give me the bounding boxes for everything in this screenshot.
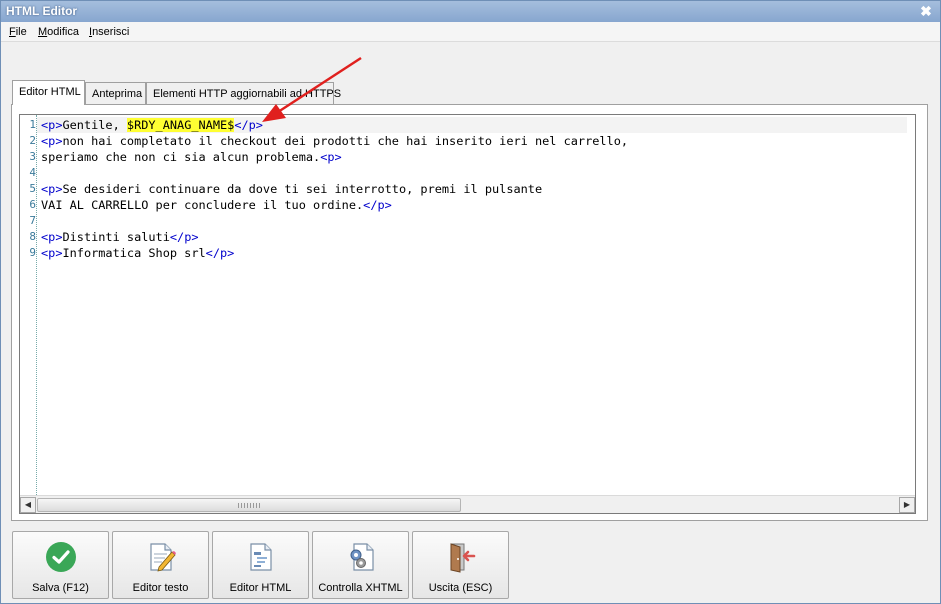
text-editor-button[interactable]: Editor testo bbox=[112, 531, 209, 599]
html-tag: </p> bbox=[169, 230, 199, 244]
code-line-2: <p>non hai completato il checkout dei pr… bbox=[41, 133, 628, 149]
line-number: 4 bbox=[29, 166, 36, 179]
html-editor-button[interactable]: Editor HTML bbox=[212, 531, 309, 599]
window-title: HTML Editor bbox=[6, 4, 78, 18]
tab-panel: 1 2 3 4 5 6 7 8 9 <p>Gentile, $RDY_ANAG_… bbox=[11, 104, 928, 521]
html-tag: </p> bbox=[205, 246, 235, 260]
html-document-icon bbox=[250, 543, 272, 571]
line-number: 2 bbox=[29, 134, 36, 147]
title-bar: HTML Editor ✖ bbox=[1, 1, 940, 22]
check-circle-icon bbox=[46, 542, 76, 572]
check-xhtml-button[interactable]: Controlla XHTML bbox=[312, 531, 409, 599]
line-number-gutter: 1 2 3 4 5 6 7 8 9 bbox=[20, 115, 37, 495]
line-number: 8 bbox=[29, 230, 36, 243]
menu-inserisci-label: nserisci bbox=[92, 26, 130, 38]
scroll-right-icon[interactable]: ▶ bbox=[899, 497, 915, 513]
html-tag: <p> bbox=[41, 118, 63, 132]
exit-button-label: Uscita (ESC) bbox=[428, 582, 493, 594]
code-text: Informatica Shop srl bbox=[62, 246, 206, 260]
tab-editor-html[interactable]: Editor HTML bbox=[12, 80, 85, 105]
tab-anteprima[interactable]: Anteprima bbox=[85, 82, 146, 104]
code-line-3: speriamo che non ci sia alcun problema.<… bbox=[41, 149, 342, 165]
line-number: 9 bbox=[29, 246, 36, 259]
save-button[interactable]: Salva (F12) bbox=[12, 531, 109, 599]
code-text: Se desideri continuare da dove ti sei in… bbox=[62, 182, 543, 196]
html-tag: <p> bbox=[41, 134, 63, 148]
code-text: Gentile, bbox=[62, 118, 127, 132]
grip-icon bbox=[238, 503, 262, 508]
exit-door-icon bbox=[450, 543, 476, 573]
check-xhtml-button-label: Controlla XHTML bbox=[318, 582, 403, 594]
template-variable: $RDY_ANAG_NAME$ bbox=[126, 118, 235, 132]
exit-button[interactable]: Uscita (ESC) bbox=[412, 531, 509, 599]
html-editor-button-label: Editor HTML bbox=[229, 582, 292, 594]
menu-file-label: ile bbox=[15, 26, 27, 38]
code-text: Distinti saluti bbox=[62, 230, 170, 244]
html-tag: <p> bbox=[41, 246, 63, 260]
code-line-1: <p>Gentile, $RDY_ANAG_NAME$</p> bbox=[37, 117, 907, 133]
edit-document-icon bbox=[150, 543, 176, 572]
code-line-6: VAI AL CARRELLO per concludere il tuo or… bbox=[41, 197, 392, 213]
scroll-left-icon[interactable]: ◀ bbox=[20, 497, 36, 513]
html-tag: <p> bbox=[41, 182, 63, 196]
gear-document-icon bbox=[350, 543, 374, 571]
code-line-9: <p>Informatica Shop srl</p> bbox=[41, 245, 234, 261]
menu-modifica-label: odifica bbox=[47, 26, 79, 38]
menu-modifica-accel: M bbox=[38, 26, 48, 38]
html-tag: </p> bbox=[363, 198, 392, 212]
menu-inserisci[interactable]: Inserisci bbox=[89, 26, 129, 38]
line-number: 7 bbox=[29, 214, 36, 227]
code-text: speriamo che non ci sia alcun problema. bbox=[41, 150, 321, 164]
html-tag: <p> bbox=[320, 150, 342, 164]
horizontal-scrollbar[interactable]: ◀ ▶ bbox=[20, 495, 915, 513]
code-text: non hai completato il checkout dei prodo… bbox=[62, 134, 629, 148]
save-button-label: Salva (F12) bbox=[32, 582, 89, 594]
html-tag: </p> bbox=[234, 118, 263, 132]
line-number: 1 bbox=[29, 118, 36, 131]
code-line-8: <p>Distinti saluti</p> bbox=[41, 229, 199, 245]
menu-file-accel: F bbox=[9, 26, 16, 38]
line-number: 5 bbox=[29, 182, 36, 195]
html-tag: <p> bbox=[41, 230, 63, 244]
html-code-editor[interactable]: 1 2 3 4 5 6 7 8 9 <p>Gentile, $RDY_ANAG_… bbox=[19, 114, 916, 514]
text-editor-button-label: Editor testo bbox=[132, 582, 189, 594]
menu-bar: File Modifica Inserisci bbox=[1, 22, 940, 42]
tab-elementi-http[interactable]: Elementi HTTP aggiornabili ad HTTPS bbox=[146, 82, 341, 104]
scrollbar-thumb[interactable] bbox=[37, 498, 461, 512]
line-number: 6 bbox=[29, 198, 36, 211]
menu-file[interactable]: File bbox=[9, 26, 27, 38]
code-text: VAI AL CARRELLO per concludere il tuo or… bbox=[41, 198, 364, 212]
code-line-5: <p>Se desideri continuare da dove ti sei… bbox=[41, 181, 542, 197]
close-icon[interactable]: ✖ bbox=[918, 3, 934, 19]
line-number: 3 bbox=[29, 150, 36, 163]
menu-modifica[interactable]: Modifica bbox=[38, 26, 79, 38]
